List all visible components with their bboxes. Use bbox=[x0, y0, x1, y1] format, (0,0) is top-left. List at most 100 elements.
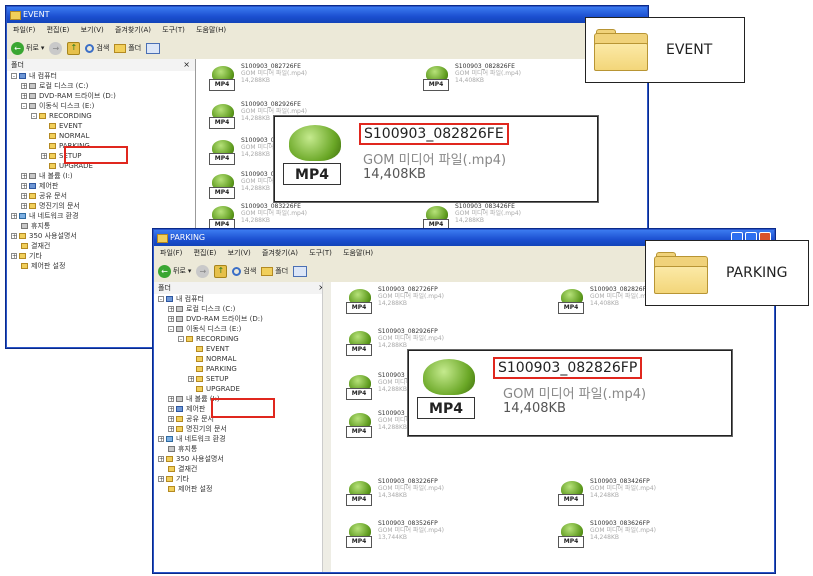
mp4-file-icon: MP4 bbox=[345, 286, 375, 314]
folder-icon bbox=[176, 416, 183, 422]
menu-tools[interactable]: 도구(T) bbox=[309, 249, 332, 257]
tree-item[interactable]: + 제어판 bbox=[7, 181, 195, 191]
file-item[interactable]: MP4 S100903_083426FP GOM 미디어 파일(.mp4) 14,2… bbox=[557, 478, 656, 506]
event-title-bar[interactable]: EVENT bbox=[7, 7, 647, 23]
menu-view[interactable]: 보기(V) bbox=[228, 249, 251, 257]
menu-help[interactable]: 도움말(H) bbox=[196, 26, 226, 34]
network-icon bbox=[19, 213, 26, 219]
file-item[interactable]: MP4 S100903_082726FP GOM 미디어 파일(.mp4) 14,2… bbox=[345, 286, 444, 314]
folders-button[interactable]: 폴더 bbox=[114, 43, 141, 53]
forward-button[interactable]: → bbox=[49, 41, 63, 55]
menu-file[interactable]: 파일(F) bbox=[160, 249, 182, 257]
folder-icon bbox=[29, 203, 36, 209]
menu-favorites[interactable]: 즐겨찾기(A) bbox=[262, 249, 298, 257]
tree-item[interactable]: - 이동식 디스크 (E:) bbox=[154, 324, 330, 334]
search-button[interactable]: 검색 bbox=[85, 43, 109, 53]
search-icon bbox=[85, 43, 95, 53]
control-panel-icon bbox=[176, 406, 183, 412]
file-item[interactable]: MP4 S100903_082726FE GOM 미디어 파일(.mp4) 14,2… bbox=[208, 63, 307, 91]
parking-zoom-file-name: S100903_082826FP bbox=[493, 357, 643, 379]
tree-item-parking[interactable]: PARKING bbox=[154, 364, 330, 374]
back-button[interactable]: ← 뒤로 ▾ bbox=[11, 41, 44, 55]
back-arrow-icon: ← bbox=[158, 264, 171, 278]
tree-item[interactable]: + 내 네트워크 환경 bbox=[154, 434, 330, 444]
tree-item[interactable]: + DVD-RAM 드라이브 (D:) bbox=[7, 91, 195, 101]
event-zoom-file-type: GOM 미디어 파일(.mp4) bbox=[363, 153, 507, 168]
drive-icon bbox=[29, 83, 36, 89]
folder-icon bbox=[21, 243, 28, 249]
drive-icon bbox=[29, 173, 36, 179]
tree-item[interactable]: + SETUP bbox=[154, 374, 330, 384]
tree-item[interactable]: - 이동식 디스크 (E:) bbox=[7, 101, 195, 111]
tree-item[interactable]: + 기타 bbox=[154, 474, 330, 484]
tree-item[interactable]: +350 사용설명서 bbox=[154, 454, 330, 464]
file-item[interactable]: MP4 S100903_083226FE GOM 미디어 파일(.mp4) 14,2… bbox=[208, 203, 307, 231]
tree-item[interactable]: + 내 네트워크 환경 bbox=[7, 211, 195, 221]
file-item[interactable]: MP4 S100903_083626FP GOM 미디어 파일(.mp4) 14,2… bbox=[557, 520, 656, 548]
folder-icon bbox=[166, 456, 173, 462]
computer-icon bbox=[166, 296, 173, 302]
folder-icon bbox=[49, 153, 56, 159]
event-window-title: EVENT bbox=[23, 10, 50, 19]
parking-callout-label: PARKING bbox=[726, 265, 788, 281]
folder-icon bbox=[196, 366, 203, 372]
tree-item[interactable]: + 명진기의 문서 bbox=[7, 201, 195, 211]
file-item[interactable]: MP4 S100903_083526FP GOM 미디어 파일(.mp4) 13,7… bbox=[345, 520, 444, 548]
menu-view[interactable]: 보기(V) bbox=[81, 26, 104, 34]
back-button[interactable]: ← 뒤로 ▾ bbox=[158, 264, 191, 278]
forward-button[interactable]: → bbox=[196, 264, 210, 278]
folder-icon bbox=[166, 476, 173, 482]
tree-item[interactable]: EVENT bbox=[154, 344, 330, 354]
menu-favorites[interactable]: 즐겨찾기(A) bbox=[115, 26, 151, 34]
tree-item[interactable]: 결재건 bbox=[154, 464, 330, 474]
parking-window-title: PARKING bbox=[170, 233, 206, 242]
menu-edit[interactable]: 편집(E) bbox=[47, 26, 70, 34]
folders-button[interactable]: 폴더 bbox=[261, 266, 288, 276]
folder-icon bbox=[594, 29, 648, 71]
folder-pane-scrollbar[interactable] bbox=[322, 282, 331, 572]
tree-item[interactable]: + DVD-RAM 드라이브 (D:) bbox=[154, 314, 330, 324]
tree-item[interactable]: UPGRADE bbox=[154, 384, 330, 394]
tree-item[interactable]: - RECORDING bbox=[154, 334, 330, 344]
tree-item[interactable]: 제어판 설정 bbox=[154, 484, 330, 494]
close-icon[interactable]: × bbox=[183, 59, 190, 71]
views-button[interactable] bbox=[146, 42, 161, 54]
tree-item[interactable]: -내 컴퓨터 bbox=[7, 71, 195, 81]
file-item[interactable]: MP4 S100903_082826FE GOM 미디어 파일(.mp4) 14,4… bbox=[422, 63, 521, 91]
tree-item[interactable]: 휴지통 bbox=[154, 444, 330, 454]
menu-edit[interactable]: 편집(E) bbox=[194, 249, 217, 257]
tree-item[interactable]: -내 컴퓨터 bbox=[154, 294, 330, 304]
tree-item-event[interactable]: EVENT bbox=[7, 121, 195, 131]
folder-icon bbox=[168, 486, 175, 492]
folder-pane-header: 폴더 × bbox=[7, 59, 195, 71]
drive-icon bbox=[176, 326, 183, 332]
search-button[interactable]: 검색 bbox=[232, 266, 256, 276]
menu-help[interactable]: 도움말(H) bbox=[343, 249, 373, 257]
tree-item[interactable]: + 공유 문서 bbox=[7, 191, 195, 201]
tree-item[interactable]: NORMAL bbox=[154, 354, 330, 364]
tree-item[interactable]: + 로컬 디스크 (C:) bbox=[154, 304, 330, 314]
drive-icon bbox=[176, 396, 183, 402]
folder-icon bbox=[29, 193, 36, 199]
menu-file[interactable]: 파일(F) bbox=[13, 26, 35, 34]
menu-tools[interactable]: 도구(T) bbox=[162, 26, 185, 34]
mp4-file-icon: MP4 bbox=[345, 520, 375, 548]
tree-item[interactable]: NORMAL bbox=[7, 131, 195, 141]
mp4-file-icon: MP4 bbox=[208, 63, 238, 91]
mp4-file-icon: MP4 bbox=[345, 410, 375, 438]
tree-item[interactable]: + 명진기의 문서 bbox=[154, 424, 330, 434]
up-folder-button[interactable]: ↑ bbox=[214, 264, 228, 278]
folder-icon bbox=[49, 143, 56, 149]
mp4-file-icon: MP4 bbox=[345, 328, 375, 356]
up-folder-button[interactable]: ↑ bbox=[67, 41, 81, 55]
mp4-file-icon: MP4 bbox=[415, 359, 481, 423]
views-button[interactable] bbox=[293, 265, 308, 277]
tree-item[interactable]: - RECORDING bbox=[7, 111, 195, 121]
tree-item[interactable]: + 내 볼륨 (I:) bbox=[7, 171, 195, 181]
file-item[interactable]: MP4 S100903_083426FE GOM 미디어 파일(.mp4) 14,2… bbox=[422, 203, 521, 231]
folder-icon bbox=[49, 123, 56, 129]
file-item[interactable]: MP4 S100903_083226FP GOM 미디어 파일(.mp4) 14,3… bbox=[345, 478, 444, 506]
tree-item[interactable]: + 로컬 디스크 (C:) bbox=[7, 81, 195, 91]
mp4-file-icon: MP4 bbox=[557, 520, 587, 548]
file-item[interactable]: MP4 S100903_082826FP GOM 미디어 파일(.mp4) 14,4… bbox=[557, 286, 656, 314]
